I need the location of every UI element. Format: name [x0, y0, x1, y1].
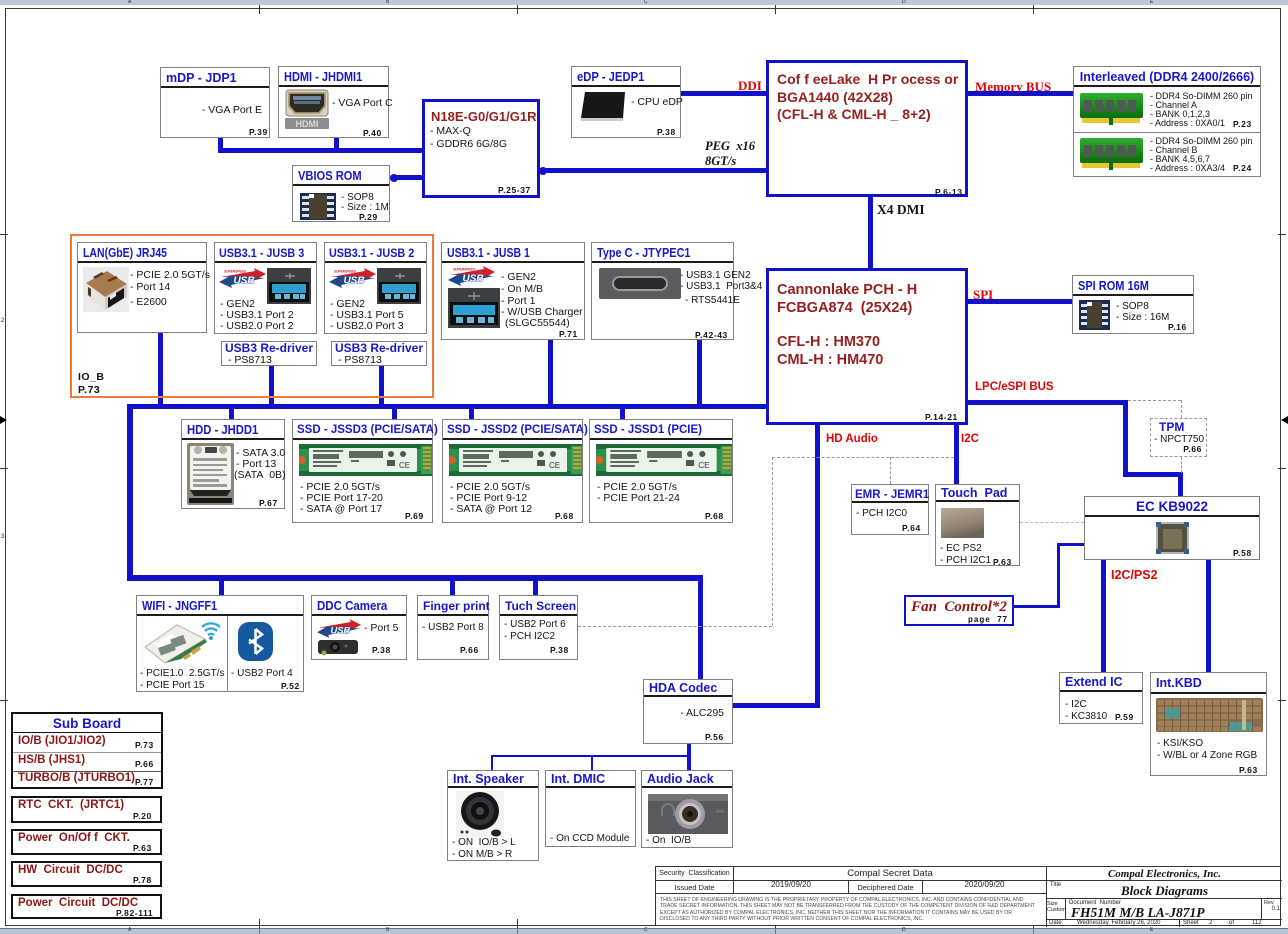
svg-text:USB: USB	[331, 626, 351, 636]
svg-text:SUPERSPEED: SUPERSPEED	[334, 270, 356, 274]
svg-text:SUPERSPEED: SUPERSPEED	[453, 268, 475, 272]
svg-text:USB: USB	[343, 276, 364, 287]
svg-text:CE: CE	[698, 461, 710, 470]
svg-text:HDMI: HDMI	[296, 119, 319, 129]
svg-text:SUPERSPEED: SUPERSPEED	[224, 270, 246, 274]
svg-text:USB: USB	[462, 274, 483, 285]
svg-text:USB: USB	[233, 276, 254, 287]
svg-text:CE: CE	[549, 461, 560, 470]
svg-text:CE: CE	[399, 461, 410, 470]
